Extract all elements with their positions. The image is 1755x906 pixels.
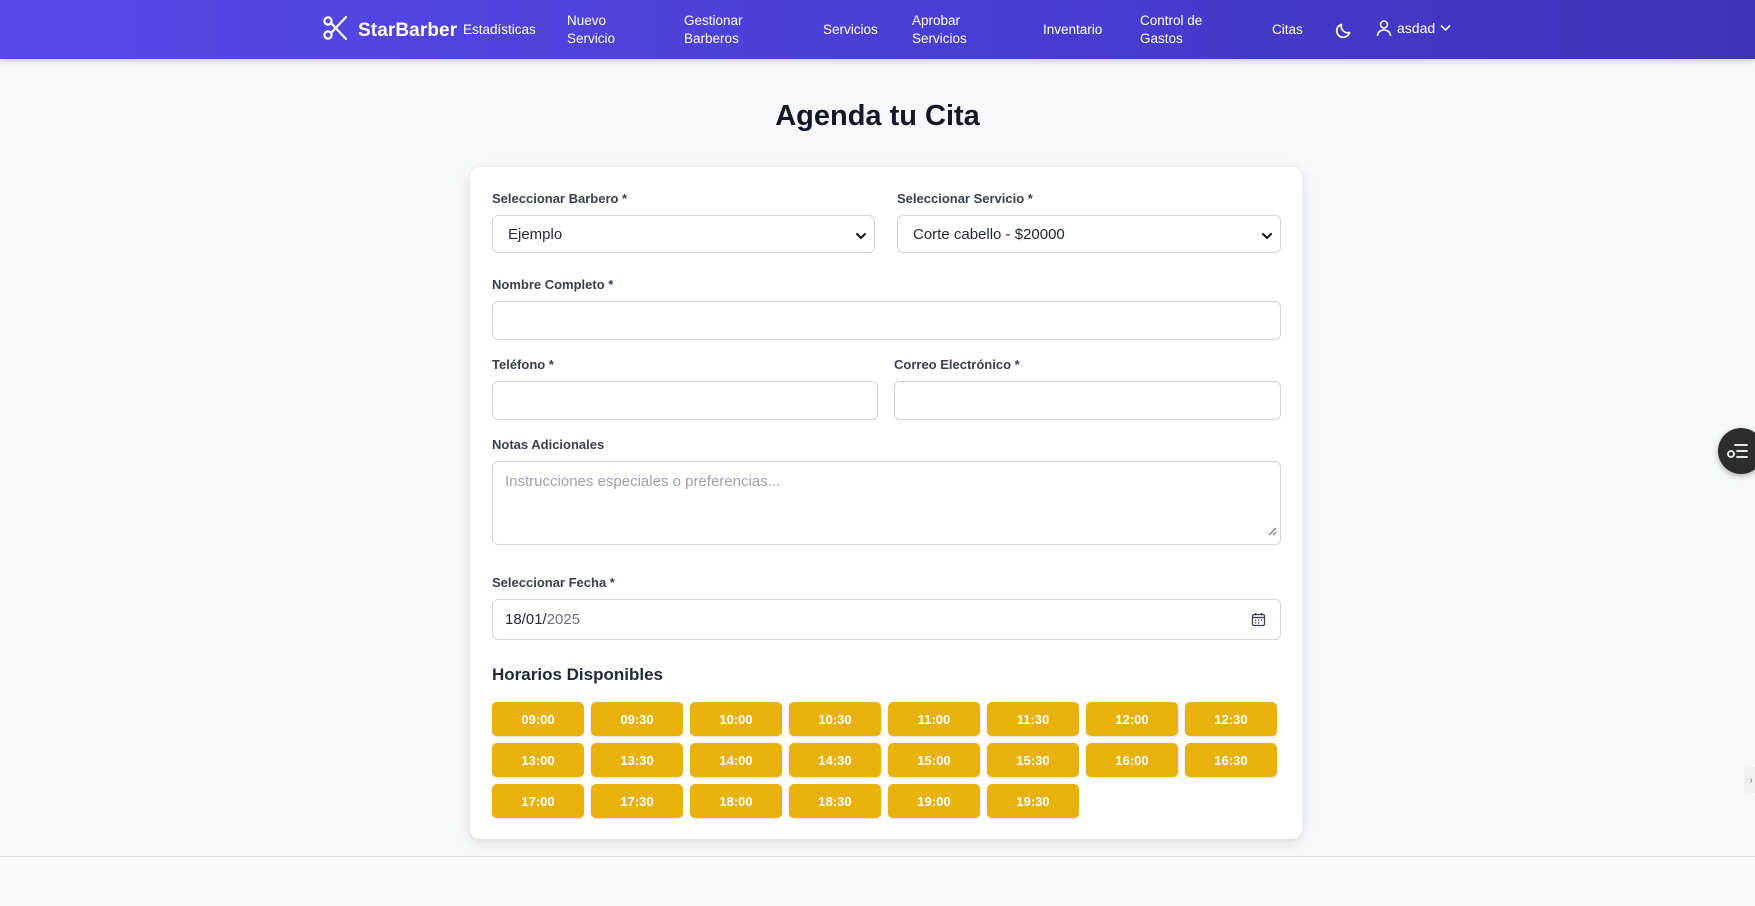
barbero-select[interactable]: Ejemplo [492, 215, 875, 253]
time-slot-button[interactable]: 16:30 [1185, 743, 1277, 777]
moon-icon[interactable] [1334, 20, 1354, 40]
time-slot-button[interactable]: 11:00 [888, 702, 980, 736]
telefono-input[interactable] [492, 381, 878, 420]
resize-handle-icon[interactable] [1268, 523, 1277, 541]
appointment-form-card: Seleccionar Barbero * Ejemplo Selecciona… [470, 167, 1302, 839]
user-menu[interactable]: asdad [1376, 19, 1451, 37]
servicio-label: Seleccionar Servicio * [897, 191, 1033, 206]
time-slot-grid: 09:00 09:30 10:00 10:30 11:00 11:30 12:00 12:30… [492, 702, 1277, 818]
correo-input[interactable] [894, 381, 1281, 420]
nombre-input[interactable] [492, 301, 1281, 340]
brand-logo[interactable]: StarBarber [322, 14, 457, 47]
scissors-icon [322, 14, 350, 47]
notas-label: Notas Adicionales [492, 437, 605, 452]
time-slot-button[interactable]: 19:30 [987, 784, 1079, 818]
nav-item-estadisticas[interactable]: Estadísticas [463, 21, 536, 39]
nav-item-servicios[interactable]: Servicios [823, 21, 878, 39]
time-slot-button[interactable]: 14:30 [789, 743, 881, 777]
nombre-label: Nombre Completo * [492, 277, 614, 292]
fecha-date-input[interactable]: 18/01/2025 [492, 599, 1281, 640]
nav-item-control-de-gastos[interactable]: Control de Gastos [1140, 12, 1212, 48]
time-slot-button[interactable]: 17:00 [492, 784, 584, 818]
time-slot-button[interactable]: 15:30 [987, 743, 1079, 777]
horarios-heading: Horarios Disponibles [492, 665, 663, 684]
barbero-selected-value: Ejemplo [508, 225, 563, 243]
page-title: Agenda tu Cita [775, 100, 980, 132]
time-slot-button[interactable]: 09:00 [492, 702, 584, 736]
nav-item-inventario[interactable]: Inventario [1043, 21, 1102, 39]
chevron-down-icon [1440, 24, 1451, 32]
user-name: asdad [1397, 20, 1436, 36]
side-panel-tab[interactable]: › [1744, 767, 1755, 793]
time-slot-button[interactable]: 09:30 [591, 702, 683, 736]
time-slot-button[interactable]: 11:30 [987, 702, 1079, 736]
servicio-selected-value: Corte cabello - $20000 [913, 225, 1065, 243]
time-slot-button[interactable]: 12:30 [1185, 702, 1277, 736]
time-slot-button[interactable]: 17:30 [591, 784, 683, 818]
correo-label: Correo Electrónico * [894, 357, 1020, 372]
nav-item-gestionar-barberos[interactable]: Gestionar Barberos [684, 12, 766, 48]
footer-divider [0, 856, 1755, 857]
chevron-down-icon [855, 229, 867, 246]
time-slot-button[interactable]: 16:00 [1086, 743, 1178, 777]
brand-name: StarBarber [358, 19, 458, 41]
time-slot-button[interactable]: 15:00 [888, 743, 980, 777]
calendar-icon[interactable] [1251, 612, 1266, 631]
fecha-day-month: 18/01/ [505, 611, 547, 628]
time-slot-button[interactable]: 13:30 [591, 743, 683, 777]
barbero-label: Seleccionar Barbero * [492, 191, 628, 206]
notas-placeholder: Instrucciones especiales o preferencias.… [505, 473, 781, 490]
chevron-right-icon: › [1749, 774, 1753, 786]
time-slot-button[interactable]: 10:00 [690, 702, 782, 736]
nav-item-nuevo-servicio[interactable]: Nuevo Servicio [567, 12, 629, 48]
time-slot-button[interactable]: 10:30 [789, 702, 881, 736]
notas-textarea[interactable]: Instrucciones especiales o preferencias.… [492, 461, 1281, 545]
chevron-down-icon [1261, 229, 1273, 246]
time-slot-button[interactable]: 14:00 [690, 743, 782, 777]
floating-menu-button[interactable] [1718, 428, 1755, 474]
top-navbar: StarBarber Estadísticas Nuevo Servicio G… [0, 0, 1755, 59]
time-slot-button[interactable]: 12:00 [1086, 702, 1178, 736]
time-slot-button[interactable]: 18:30 [789, 784, 881, 818]
nav-item-aprobar-servicios[interactable]: Aprobar Servicios [912, 12, 978, 48]
fecha-label: Seleccionar Fecha * [492, 575, 615, 590]
servicio-select[interactable]: Corte cabello - $20000 [897, 215, 1281, 253]
time-slot-button[interactable]: 19:00 [888, 784, 980, 818]
nav-item-citas[interactable]: Citas [1272, 21, 1303, 39]
user-icon [1376, 19, 1392, 37]
telefono-label: Teléfono * [492, 357, 554, 372]
time-slot-button[interactable]: 18:00 [690, 784, 782, 818]
fecha-year: 2025 [546, 611, 581, 628]
time-slot-button[interactable]: 13:00 [492, 743, 584, 777]
